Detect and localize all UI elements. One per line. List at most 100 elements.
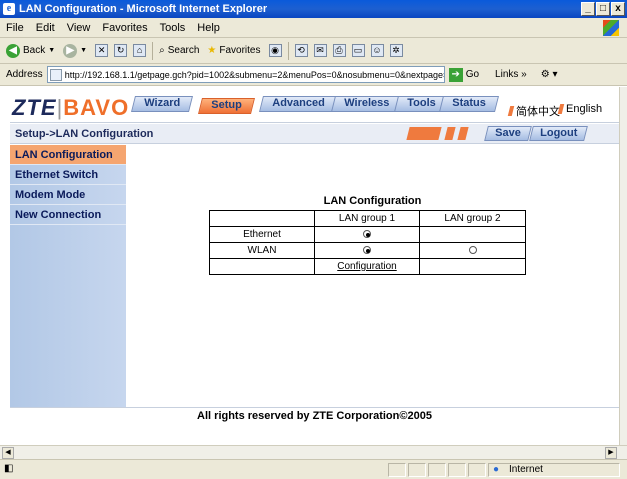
address-url[interactable]: http://192.168.1.1/getpage.gch?pid=1002&…: [65, 70, 444, 80]
nav-tab-wireless[interactable]: Wireless: [331, 96, 403, 112]
window-title-bar[interactable]: e LAN Configuration - Microsoft Internet…: [0, 0, 627, 18]
zte-bavo-logo: ZTE|BAVO: [12, 95, 129, 121]
favorites-label: Favorites: [219, 45, 261, 56]
search-button[interactable]: ⌕ Search: [159, 45, 199, 56]
table-cell: [419, 258, 526, 275]
menu-help[interactable]: Help: [197, 22, 220, 34]
ethernet-group1-radio[interactable]: [363, 230, 371, 239]
table-cell: [209, 258, 315, 275]
wlan-group2-radio[interactable]: [468, 246, 477, 255]
menu-file[interactable]: File: [6, 22, 24, 34]
refresh-icon[interactable]: ↻: [114, 44, 128, 57]
links-label: Links: [495, 69, 519, 80]
stop-icon[interactable]: ✕: [95, 44, 109, 57]
windows-logo-icon: [603, 20, 619, 36]
history-icon[interactable]: ⟲: [294, 44, 308, 57]
decorative-bar: [406, 127, 442, 140]
browser-toolbar: ◀ Back ▼ ▶ ▼ ✕ ↻ ⌂ ⌕ Search ★ Favorites …: [0, 38, 627, 64]
language-marker-icon: [557, 104, 565, 114]
page-status-icon: ◧: [4, 463, 14, 474]
logo-zte: ZTE: [12, 95, 57, 120]
toolbar-separator: [152, 41, 154, 60]
scroll-right-icon[interactable]: ▶: [605, 447, 617, 459]
copyright-footer: All rights reserved by ZTE Corporation©2…: [10, 407, 619, 425]
table-row: Configuration: [209, 258, 526, 275]
bug-icon[interactable]: ✲: [389, 44, 403, 57]
links-button[interactable]: Links »: [495, 69, 527, 80]
dropdown-arrow-icon[interactable]: ▼: [80, 47, 87, 54]
go-arrow-icon: ➔: [448, 67, 463, 82]
scroll-left-icon[interactable]: ◀: [2, 447, 14, 459]
table-cell: Configuration: [314, 258, 420, 275]
nav-tab-advanced[interactable]: Advanced: [259, 96, 338, 112]
menu-tools[interactable]: Tools: [160, 22, 186, 34]
vertical-scrollbar[interactable]: [619, 87, 627, 445]
back-label: Back: [23, 45, 46, 56]
logo-bavo: BAVO: [63, 95, 130, 120]
nav-tab-setup[interactable]: Setup: [198, 98, 255, 114]
print-icon[interactable]: ⎙: [332, 44, 346, 57]
language-chinese[interactable]: 简体中文: [507, 103, 560, 119]
back-button[interactable]: ◀ Back ▼: [6, 43, 55, 58]
search-label: Search: [167, 45, 200, 56]
panel-title: LAN Configuration: [323, 195, 422, 207]
main-panel: LAN Configuration LAN group 1 LAN group …: [126, 145, 619, 407]
go-button[interactable]: ➔ Go: [448, 67, 480, 82]
breadcrumb-bar: Setup->LAN Configuration Save Logout: [10, 124, 619, 144]
table-header: LAN group 2: [419, 210, 526, 227]
sidebar-item-ethernet-switch[interactable]: Ethernet Switch: [10, 165, 126, 185]
lan-group-table: LAN group 1 LAN group 2 Ethernet WLAN Co…: [209, 210, 526, 275]
page-content: ZTE|BAVO Wizard Setup Advanced Wireless …: [0, 87, 619, 445]
horizontal-scrollbar[interactable]: ◀ ▶: [0, 445, 627, 459]
toolbar-extension-icon[interactable]: ⚙ ▾: [541, 69, 558, 80]
address-bar: Address http://192.168.1.1/getpage.gch?p…: [0, 64, 627, 86]
menu-view[interactable]: View: [67, 22, 91, 34]
menu-edit[interactable]: Edit: [36, 22, 55, 34]
decorative-bar: [457, 127, 469, 140]
page-icon: [49, 68, 62, 81]
nav-tab-status[interactable]: Status: [439, 96, 499, 112]
row-label: Ethernet: [209, 226, 315, 243]
go-label: Go: [465, 69, 480, 80]
nav-tab-wizard[interactable]: Wizard: [131, 96, 193, 112]
sidebar-item-lan-configuration[interactable]: LAN Configuration: [10, 145, 126, 165]
table-header-row: LAN group 1 LAN group 2: [209, 210, 526, 227]
messenger-icon[interactable]: ☺: [370, 44, 384, 57]
wlan-group1-radio[interactable]: [363, 246, 371, 255]
table-cell: [419, 242, 526, 259]
address-label: Address: [6, 69, 43, 80]
ie-icon: e: [3, 3, 15, 15]
language-marker-icon: [507, 106, 515, 116]
forward-button[interactable]: ▶ ▼: [63, 43, 87, 58]
router-header: ZTE|BAVO Wizard Setup Advanced Wireless …: [10, 87, 619, 123]
media-icon[interactable]: ◉: [268, 44, 282, 57]
sidebar-item-modem-mode[interactable]: Modem Mode: [10, 185, 126, 205]
status-cell: [468, 463, 486, 477]
close-button[interactable]: x: [611, 2, 625, 16]
forward-arrow-icon: ▶: [63, 43, 78, 58]
back-arrow-icon: ◀: [6, 43, 20, 58]
minimize-button[interactable]: _: [581, 2, 595, 16]
status-cell: [408, 463, 426, 477]
table-header: LAN group 1: [314, 210, 420, 227]
status-cell: [388, 463, 406, 477]
logout-button[interactable]: Logout: [529, 126, 589, 141]
star-icon: ★: [207, 45, 217, 56]
language-chinese-label: 简体中文: [516, 105, 560, 118]
table-row: WLAN: [209, 242, 526, 259]
mail-icon[interactable]: ✉: [313, 44, 327, 57]
sidebar: LAN Configuration Ethernet Switch Modem …: [10, 145, 126, 407]
language-english[interactable]: English: [557, 103, 602, 115]
address-input[interactable]: http://192.168.1.1/getpage.gch?pid=1002&…: [46, 66, 445, 83]
menu-favorites[interactable]: Favorites: [102, 22, 147, 34]
home-icon[interactable]: ⌂: [133, 44, 147, 57]
dropdown-arrow-icon[interactable]: ▼: [48, 47, 55, 54]
sidebar-item-new-connection[interactable]: New Connection: [10, 205, 126, 225]
row-label: WLAN: [209, 242, 315, 259]
favorites-button[interactable]: ★ Favorites: [207, 45, 260, 56]
configuration-link[interactable]: Configuration: [337, 261, 396, 272]
menu-bar: File Edit View Favorites Tools Help: [0, 18, 627, 38]
folder-icon[interactable]: ▭: [351, 44, 365, 57]
save-button[interactable]: Save: [484, 126, 532, 141]
maximize-button[interactable]: □: [596, 2, 610, 16]
